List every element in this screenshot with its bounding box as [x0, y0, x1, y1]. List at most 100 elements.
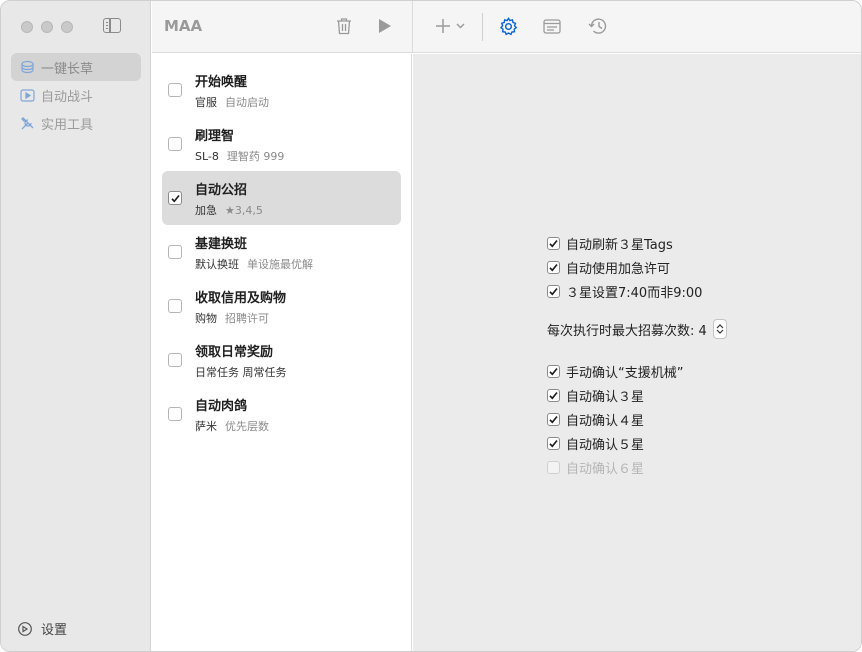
task-list: 开始唤醒 官服 自动启动 刷理智 SL-8 理智药 999 自动公招 加急 ★3,4,… — [152, 54, 412, 651]
option-checkbox[interactable] — [547, 437, 560, 450]
sidebar: 一键长草 自动战斗 实用工具 设置 — [1, 1, 151, 651]
checkmark-icon — [549, 263, 558, 272]
option-checkbox[interactable] — [547, 237, 560, 250]
task-detail-muted: ★3,4,5 — [225, 203, 263, 217]
task-checkbox[interactable] — [168, 245, 182, 259]
task-checkbox[interactable] — [168, 137, 182, 151]
option-checkbox[interactable] — [547, 389, 560, 402]
plus-icon — [436, 19, 450, 33]
sidebar-item-label: 自动战斗 — [41, 89, 94, 105]
task-title: 刷理智 — [195, 128, 235, 144]
history-icon — [588, 18, 607, 34]
task-item-award[interactable]: 领取日常奖励 日常任务 周常任务 — [162, 333, 401, 387]
tools-icon — [19, 115, 35, 131]
stack-icon — [19, 59, 35, 75]
sidebar-item-oneclick[interactable]: 一键长草 — [11, 53, 141, 81]
sidebar-item-tools[interactable]: 实用工具 — [11, 109, 141, 137]
task-item-wakeup[interactable]: 开始唤醒 官服 自动启动 — [162, 63, 401, 117]
sidebar-nav: 一键长草 自动战斗 实用工具 — [11, 53, 141, 137]
task-item-roguelike[interactable]: 自动肉鸽 萨米 优先层数 — [162, 387, 401, 441]
play-icon — [379, 19, 391, 33]
task-title: 领取日常奖励 — [195, 344, 274, 360]
option-confirm-4star[interactable]: 自动确认４星 — [547, 410, 644, 429]
task-title: 自动肉鸽 — [195, 398, 248, 414]
checkmark-icon — [549, 367, 558, 376]
add-task-button[interactable] — [431, 15, 469, 37]
task-detail: 加急 — [195, 203, 217, 217]
option-confirm-5star[interactable]: 自动确认５星 — [547, 434, 644, 453]
option-refresh-3star[interactable]: 自动刷新３星Tags — [547, 234, 673, 253]
task-detail-muted: 单设施最优解 — [247, 257, 313, 271]
main-toolbar — [412, 1, 861, 53]
option-checkbox[interactable] — [547, 261, 560, 274]
task-title: 开始唤醒 — [195, 74, 248, 90]
task-detail: 默认换班 — [195, 257, 239, 271]
sidebar-item-label: 一键长草 — [41, 61, 94, 77]
option-label: 自动确认６星 — [566, 462, 645, 477]
close-window-button[interactable] — [21, 21, 33, 33]
window-controls — [21, 21, 73, 33]
sidebar-item-label: 实用工具 — [41, 117, 94, 133]
option-checkbox[interactable] — [547, 365, 560, 378]
zoom-window-button[interactable] — [61, 21, 73, 33]
task-checkbox[interactable] — [168, 191, 182, 205]
task-detail-muted: 优先层数 — [225, 419, 269, 433]
checkmark-icon — [549, 439, 558, 448]
task-checkbox[interactable] — [168, 407, 182, 421]
option-checkbox[interactable] — [547, 413, 560, 426]
trash-icon — [337, 18, 351, 35]
delete-task-button[interactable] — [333, 15, 355, 37]
task-checkbox[interactable] — [168, 299, 182, 313]
task-item-infrast[interactable]: 基建换班 默认换班 单设施最优解 — [162, 225, 401, 279]
option-confirm-6star: 自动确认６星 — [547, 458, 644, 477]
toolbar-divider — [482, 13, 483, 41]
task-settings-button[interactable] — [497, 15, 519, 37]
log-window-icon — [543, 18, 561, 34]
option-label: 自动使用加急许可 — [566, 262, 671, 277]
task-detail-muted: 招聘许可 — [225, 311, 269, 325]
max-recruit-times-label: 每次执行时最大招募次数: 4 — [547, 323, 707, 339]
option-confirm-3star[interactable]: 自动确认３星 — [547, 386, 644, 405]
option-label: 自动确认３星 — [566, 390, 645, 405]
checkmark-icon — [549, 391, 558, 400]
task-detail-muted: 理智药 999 — [226, 149, 285, 163]
log-button[interactable] — [541, 15, 563, 37]
sidebar-item-autobattle[interactable]: 自动战斗 — [11, 81, 141, 109]
task-checkbox[interactable] — [168, 83, 182, 97]
option-use-expedited[interactable]: 自动使用加急许可 — [547, 258, 670, 277]
checkmark-icon — [549, 239, 558, 248]
start-button[interactable] — [374, 15, 396, 37]
play-square-icon — [19, 87, 35, 103]
option-checkbox[interactable] — [547, 285, 560, 298]
history-button[interactable] — [587, 15, 609, 37]
checkmark-icon — [549, 287, 558, 296]
task-item-fight[interactable]: 刷理智 SL-8 理智药 999 — [162, 117, 401, 171]
task-title: 基建换班 — [195, 236, 248, 252]
gear-icon — [17, 621, 33, 637]
checkmark-icon — [549, 415, 558, 424]
chevron-down-icon — [716, 329, 724, 334]
option-checkbox — [547, 461, 560, 474]
option-label: 手动确认“支援机械” — [566, 366, 684, 381]
option-confirm-robot[interactable]: 手动确认“支援机械” — [547, 362, 683, 381]
task-item-recruit[interactable]: 自动公招 加急 ★3,4,5 — [162, 171, 401, 225]
max-recruit-times-stepper[interactable] — [712, 319, 727, 339]
task-detail: 萨米 — [195, 419, 217, 433]
task-item-mall[interactable]: 收取信用及购物 购物 招聘许可 — [162, 279, 401, 333]
recruit-settings-pane: 自动刷新３星Tags 自动使用加急许可 ３星设置7:40而非9:00 每次执行时… — [413, 54, 861, 651]
gear-icon — [499, 16, 517, 35]
sidebar-toggle-icon[interactable] — [103, 18, 121, 33]
chevron-down-icon — [456, 23, 465, 29]
option-label: 自动刷新３星Tags — [566, 238, 673, 253]
task-detail: 日常任务 周常任务 — [195, 365, 287, 379]
app-title: MAA — [164, 17, 203, 35]
settings-link[interactable]: 设置 — [17, 619, 67, 638]
task-detail: SL-8 — [195, 149, 219, 163]
option-3star-740[interactable]: ３星设置7:40而非9:00 — [547, 282, 702, 301]
minimize-window-button[interactable] — [41, 21, 53, 33]
task-checkbox[interactable] — [168, 353, 182, 367]
task-detail: 官服 — [195, 95, 217, 109]
app-window: 一键长草 自动战斗 实用工具 设置 MAA 开始唤醒 官服 自动启动 刷理智 S… — [0, 0, 862, 652]
option-label: ３星设置7:40而非9:00 — [566, 286, 703, 301]
task-detail: 购物 — [195, 311, 217, 325]
